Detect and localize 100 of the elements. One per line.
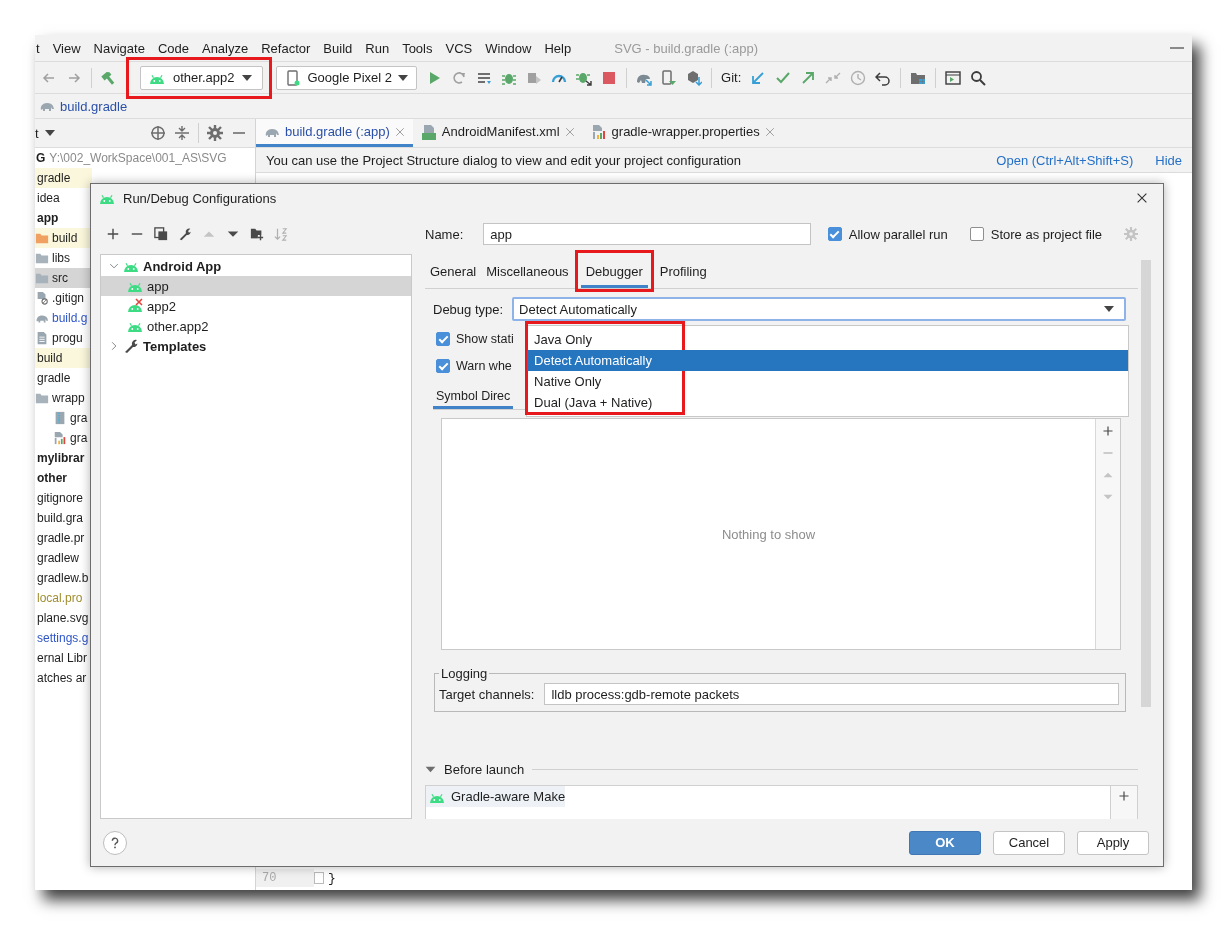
checkbox-label[interactable]: Store as project file xyxy=(990,226,1102,242)
tree-item[interactable]: gitignore xyxy=(35,488,92,508)
checkbox[interactable] xyxy=(827,227,842,241)
tree-item[interactable]: libs xyxy=(35,248,90,268)
checkbox-label[interactable]: Allow parallel run xyxy=(848,226,948,242)
close-icon[interactable] xyxy=(1135,191,1149,205)
tree-item[interactable]: Android App xyxy=(101,256,411,276)
checkbox[interactable] xyxy=(436,359,450,373)
add-icon[interactable] xyxy=(1102,425,1114,437)
terminal-icon[interactable] xyxy=(945,69,962,86)
dropdown-option[interactable]: Dual (Java + Native) xyxy=(527,392,1128,413)
menu-item[interactable]: Analyze xyxy=(201,40,256,56)
name-field[interactable]: app xyxy=(483,223,812,245)
stop-icon[interactable] xyxy=(601,69,617,86)
menu-item[interactable]: Run xyxy=(365,40,397,56)
menu-item[interactable]: Help xyxy=(544,40,579,56)
dropdown-option[interactable]: Native Only xyxy=(527,371,1128,392)
tree-item[interactable]: wrapp xyxy=(35,388,90,408)
device-dropdown[interactable]: Google Pixel 2 xyxy=(276,65,417,90)
dropdown-option[interactable]: Detect Automatically xyxy=(527,350,1128,371)
tree-item[interactable]: gradle.pr xyxy=(35,528,92,548)
rerun-icon[interactable] xyxy=(451,69,467,86)
tab[interactable]: General xyxy=(425,258,482,288)
tree-item[interactable]: other xyxy=(35,468,92,488)
tree-item[interactable]: Templates xyxy=(101,336,411,356)
tab[interactable]: Debugger xyxy=(580,258,648,288)
hammer-icon[interactable] xyxy=(101,69,117,86)
task-item[interactable]: Gradle-aware Make xyxy=(426,786,566,807)
panel-title[interactable]: t xyxy=(35,125,55,141)
update-arrow-icon[interactable] xyxy=(750,69,767,86)
menu-item[interactable]: Window xyxy=(485,40,539,56)
checkbox-label[interactable]: Show stati xyxy=(456,332,514,346)
wrench-icon[interactable] xyxy=(178,227,192,241)
tree-item[interactable]: src xyxy=(35,268,90,288)
clock-icon[interactable] xyxy=(850,69,867,86)
editor-tab[interactable]: gradle-wrapper.properties xyxy=(582,119,783,147)
crosshair-icon[interactable] xyxy=(150,125,166,141)
dropdown-option[interactable]: Java Only xyxy=(527,329,1128,350)
dialog-button[interactable]: OK xyxy=(909,830,981,855)
checkbox[interactable] xyxy=(436,332,450,346)
editor-tab[interactable]: AndroidManifest.xml xyxy=(412,119,583,147)
tree-item[interactable]: ernal Libr xyxy=(35,648,92,668)
copy-icon[interactable] xyxy=(154,227,168,241)
tree-item[interactable]: idea xyxy=(35,188,92,208)
sort-icon[interactable] xyxy=(274,227,288,241)
tree-item[interactable]: gradle xyxy=(35,168,92,188)
menu-item[interactable]: Navigate xyxy=(93,40,152,56)
tree-item[interactable]: local.pro xyxy=(35,588,92,608)
search-icon[interactable] xyxy=(970,69,987,86)
dialog-button[interactable]: Apply xyxy=(1077,830,1149,855)
editor-tab[interactable]: build.gradle (:app) xyxy=(256,119,413,147)
collapse-icon[interactable] xyxy=(174,125,190,141)
tree-item[interactable]: app xyxy=(101,276,411,296)
tree-item[interactable]: atches ar xyxy=(35,668,92,688)
tree-item[interactable]: .gitign xyxy=(35,288,90,308)
tree-item[interactable]: progu xyxy=(35,328,90,348)
tree-item[interactable]: gradle xyxy=(35,368,92,388)
tree-item[interactable]: gra xyxy=(35,408,108,428)
menu-item[interactable]: VCS xyxy=(445,40,480,56)
dialog-button[interactable]: Cancel xyxy=(993,830,1065,855)
device-manager-icon[interactable] xyxy=(661,69,677,86)
settings-icon[interactable] xyxy=(207,125,223,141)
menu-item[interactable]: Tools xyxy=(402,40,440,56)
tree-item[interactable]: build.gra xyxy=(35,508,92,528)
menu-item[interactable]: Code xyxy=(157,40,196,56)
help-icon[interactable] xyxy=(103,830,127,855)
package-download-icon[interactable] xyxy=(686,69,702,86)
tree-item[interactable]: build.g xyxy=(35,308,90,328)
folder-add-icon[interactable] xyxy=(250,227,264,241)
checkbox[interactable] xyxy=(969,227,984,241)
run-config-dropdown[interactable]: other.app2 xyxy=(140,65,264,90)
tree-item[interactable]: other.app2 xyxy=(101,316,411,336)
tree-item[interactable]: app2 xyxy=(101,296,411,316)
menu-item[interactable]: Refactor xyxy=(261,40,318,56)
tree-item[interactable]: build xyxy=(35,348,92,368)
add-icon[interactable] xyxy=(1118,790,1130,802)
tab[interactable]: Profiling xyxy=(654,258,712,288)
notification-link[interactable]: Open (Ctrl+Alt+Shift+S) xyxy=(996,152,1134,168)
fold-marker-icon[interactable] xyxy=(314,872,324,884)
project-root[interactable]: G Y:\002_WorkSpace\001_AS\SVG xyxy=(36,148,254,168)
tree-item[interactable]: gra xyxy=(35,428,108,448)
push-arrow-icon[interactable] xyxy=(800,69,817,86)
tab[interactable]: Symbol Direc xyxy=(433,385,514,409)
tree-item[interactable]: gradlew xyxy=(35,548,92,568)
menu-item[interactable]: t xyxy=(36,40,47,56)
scrollbar[interactable] xyxy=(1141,260,1151,707)
tree-item[interactable]: app xyxy=(35,208,92,228)
menu-item[interactable]: View xyxy=(52,40,88,56)
tab[interactable]: Miscellaneous xyxy=(481,258,574,288)
checkbox-label[interactable]: Warn whe xyxy=(456,359,512,373)
chevron-icon[interactable] xyxy=(109,341,119,351)
tree-item[interactable]: build xyxy=(35,228,90,248)
tree-item[interactable]: settings.g xyxy=(35,628,92,648)
target-channels-field[interactable]: lldb process:gdb-remote packets xyxy=(544,683,1119,705)
notification-link[interactable]: Hide xyxy=(1155,152,1182,168)
menu-item[interactable]: Build xyxy=(323,40,360,56)
tree-item[interactable]: plane.svg xyxy=(35,608,92,628)
add-icon[interactable] xyxy=(106,227,120,241)
tree-item[interactable]: gradlew.b xyxy=(35,568,92,588)
tree-item[interactable]: mylibrar xyxy=(35,448,92,468)
